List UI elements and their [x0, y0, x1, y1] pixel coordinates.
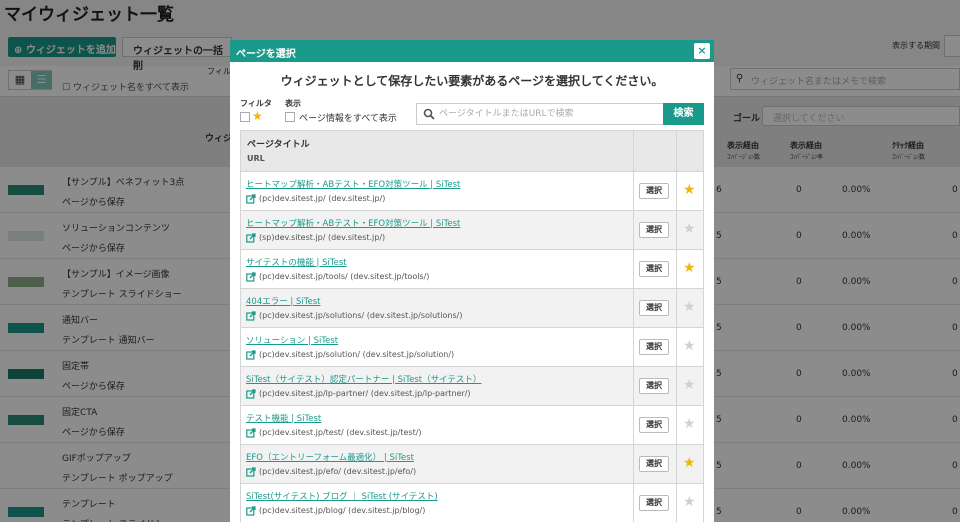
- select-button[interactable]: 選択: [639, 456, 669, 472]
- select-button[interactable]: 選択: [639, 417, 669, 433]
- column-divider: [676, 367, 677, 405]
- page-url: (sp)dev.sitest.jp/ (dev.sitest.jp/): [259, 233, 386, 242]
- column-divider: [676, 445, 677, 483]
- page-row: EFO（エントリーフォーム最適化） | SiTest (pc)dev.sitest…: [240, 445, 704, 484]
- page-title-link[interactable]: サイテストの機能 | SiTest: [246, 256, 347, 268]
- column-divider: [633, 289, 634, 327]
- page-title-link[interactable]: SiTest(サイテスト) ブログ ｜ SiTest (サイテスト): [246, 490, 438, 502]
- select-button[interactable]: 選択: [639, 261, 669, 277]
- favorite-star-icon[interactable]: ★: [683, 221, 696, 237]
- select-page-modal: ページを選択 × ウィジェットとして保存したい要素があるページを選択してください…: [230, 40, 714, 522]
- page-table-column-headers: ページタイトル URL: [247, 139, 310, 165]
- column-divider: [633, 367, 634, 405]
- select-button[interactable]: 選択: [639, 222, 669, 238]
- modal-heading: ウィジェットとして保存したい要素があるページを選択してください。: [280, 74, 664, 88]
- select-button[interactable]: 選択: [639, 339, 669, 355]
- page-url: (pc)dev.sitest.jp/test/ (dev.sitest.jp/t…: [259, 428, 422, 437]
- page-row: ヒートマップ解析・ABテスト・EFO対策ツール | SiTest (sp)dev.…: [240, 211, 704, 250]
- page-table: ページタイトル URL ヒートマップ解析・ABテスト・EFO対策ツール | SiT…: [240, 130, 704, 522]
- page-title-link[interactable]: テスト機能 | SiTest: [246, 412, 321, 424]
- column-divider: [633, 445, 634, 483]
- page-row: ヒートマップ解析・ABテスト・EFO対策ツール | SiTest (pc)dev.…: [240, 172, 704, 211]
- favorite-star-icon[interactable]: ★: [683, 182, 696, 198]
- select-button[interactable]: 選択: [639, 183, 669, 199]
- favorite-star-icon[interactable]: ★: [683, 338, 696, 354]
- modal-title: ページを選択: [236, 49, 296, 60]
- column-divider: [633, 131, 634, 171]
- external-link-icon[interactable]: [246, 194, 256, 204]
- starred-filter-checkbox[interactable]: [240, 112, 250, 122]
- column-divider: [676, 131, 677, 171]
- show-all-info-label: ページ情報をすべて表示: [299, 114, 397, 124]
- show-label: 表示: [285, 99, 301, 108]
- page-url: (pc)dev.sitest.jp/ (dev.sitest.jp/): [259, 194, 386, 203]
- page-row: サイテストの機能 | SiTest (pc)dev.sitest.jp/tools…: [240, 250, 704, 289]
- page-title-link[interactable]: EFO（エントリーフォーム最適化） | SiTest: [246, 451, 414, 463]
- favorite-star-icon[interactable]: ★: [683, 260, 696, 276]
- page-title-link[interactable]: SiTest（サイテスト）認定パートナー | SiTest（サイテスト）: [246, 373, 481, 385]
- external-link-icon[interactable]: [246, 506, 256, 516]
- column-divider: [676, 211, 677, 249]
- modal-header: ページを選択 ×: [230, 40, 714, 62]
- page-title-link[interactable]: ヒートマップ解析・ABテスト・EFO対策ツール | SiTest: [246, 217, 460, 229]
- favorite-star-icon[interactable]: ★: [683, 455, 696, 471]
- page-search-field[interactable]: [416, 103, 664, 125]
- select-button[interactable]: 選択: [639, 300, 669, 316]
- page-url: (pc)dev.sitest.jp/efo/ (dev.sitest.jp/ef…: [259, 467, 417, 476]
- column-divider: [633, 406, 634, 444]
- select-button[interactable]: 選択: [639, 378, 669, 394]
- column-divider: [676, 250, 677, 288]
- close-icon[interactable]: ×: [694, 43, 710, 59]
- filter-label: フィルタ: [240, 99, 272, 108]
- column-page-title: ページタイトル: [247, 140, 310, 150]
- column-url: URL: [247, 154, 265, 163]
- page-row: ソリューション | SiTest (pc)dev.sitest.jp/soluti…: [240, 328, 704, 367]
- page-title-link[interactable]: ソリューション | SiTest: [246, 334, 338, 346]
- page-rows: ヒートマップ解析・ABテスト・EFO対策ツール | SiTest (pc)dev.…: [240, 172, 704, 522]
- external-link-icon[interactable]: [246, 350, 256, 360]
- external-link-icon[interactable]: [246, 233, 256, 243]
- page-row: テスト機能 | SiTest (pc)dev.sitest.jp/test/ (d…: [240, 406, 704, 445]
- page-url: (pc)dev.sitest.jp/solution/ (dev.sitest.…: [259, 350, 455, 359]
- column-divider: [633, 172, 634, 210]
- external-link-icon[interactable]: [246, 389, 256, 399]
- page-row: SiTest（サイテスト）認定パートナー | SiTest（サイテスト） (pc)…: [240, 367, 704, 406]
- favorite-star-icon[interactable]: ★: [683, 299, 696, 315]
- favorite-star-icon[interactable]: ★: [683, 494, 696, 510]
- external-link-icon[interactable]: [246, 467, 256, 477]
- search-button[interactable]: 検索: [663, 103, 704, 125]
- page-url: (pc)dev.sitest.jp/solutions/ (dev.sitest…: [259, 311, 463, 320]
- column-divider: [676, 484, 677, 522]
- star-icon: ★: [252, 109, 263, 123]
- column-divider: [633, 211, 634, 249]
- page-search-input[interactable]: [439, 106, 659, 122]
- column-divider: [676, 328, 677, 366]
- page-url: (pc)dev.sitest.jp/lp-partner/ (dev.sites…: [259, 389, 471, 398]
- page-url: (pc)dev.sitest.jp/blog/ (dev.sitest.jp/b…: [259, 506, 426, 515]
- external-link-icon[interactable]: [246, 311, 256, 321]
- favorite-star-icon[interactable]: ★: [683, 377, 696, 393]
- external-link-icon[interactable]: [246, 428, 256, 438]
- column-divider: [633, 250, 634, 288]
- column-divider: [676, 406, 677, 444]
- favorite-star-icon[interactable]: ★: [683, 416, 696, 432]
- column-divider: [633, 484, 634, 522]
- show-all-info-checkbox[interactable]: [285, 112, 295, 122]
- search-icon: [423, 108, 435, 120]
- page-table-header: ページタイトル URL: [240, 130, 704, 172]
- select-button[interactable]: 選択: [639, 495, 669, 511]
- page-row: 404エラー | SiTest (pc)dev.sitest.jp/solutio…: [240, 289, 704, 328]
- column-divider: [676, 289, 677, 327]
- page-row: SiTest(サイテスト) ブログ ｜ SiTest (サイテスト) (pc)de…: [240, 484, 704, 522]
- page-title-link[interactable]: ヒートマップ解析・ABテスト・EFO対策ツール | SiTest: [246, 178, 460, 190]
- page-url: (pc)dev.sitest.jp/tools/ (dev.sitest.jp/…: [259, 272, 430, 281]
- external-link-icon[interactable]: [246, 272, 256, 282]
- column-divider: [633, 328, 634, 366]
- column-divider: [676, 172, 677, 210]
- page-title-link[interactable]: 404エラー | SiTest: [246, 295, 321, 307]
